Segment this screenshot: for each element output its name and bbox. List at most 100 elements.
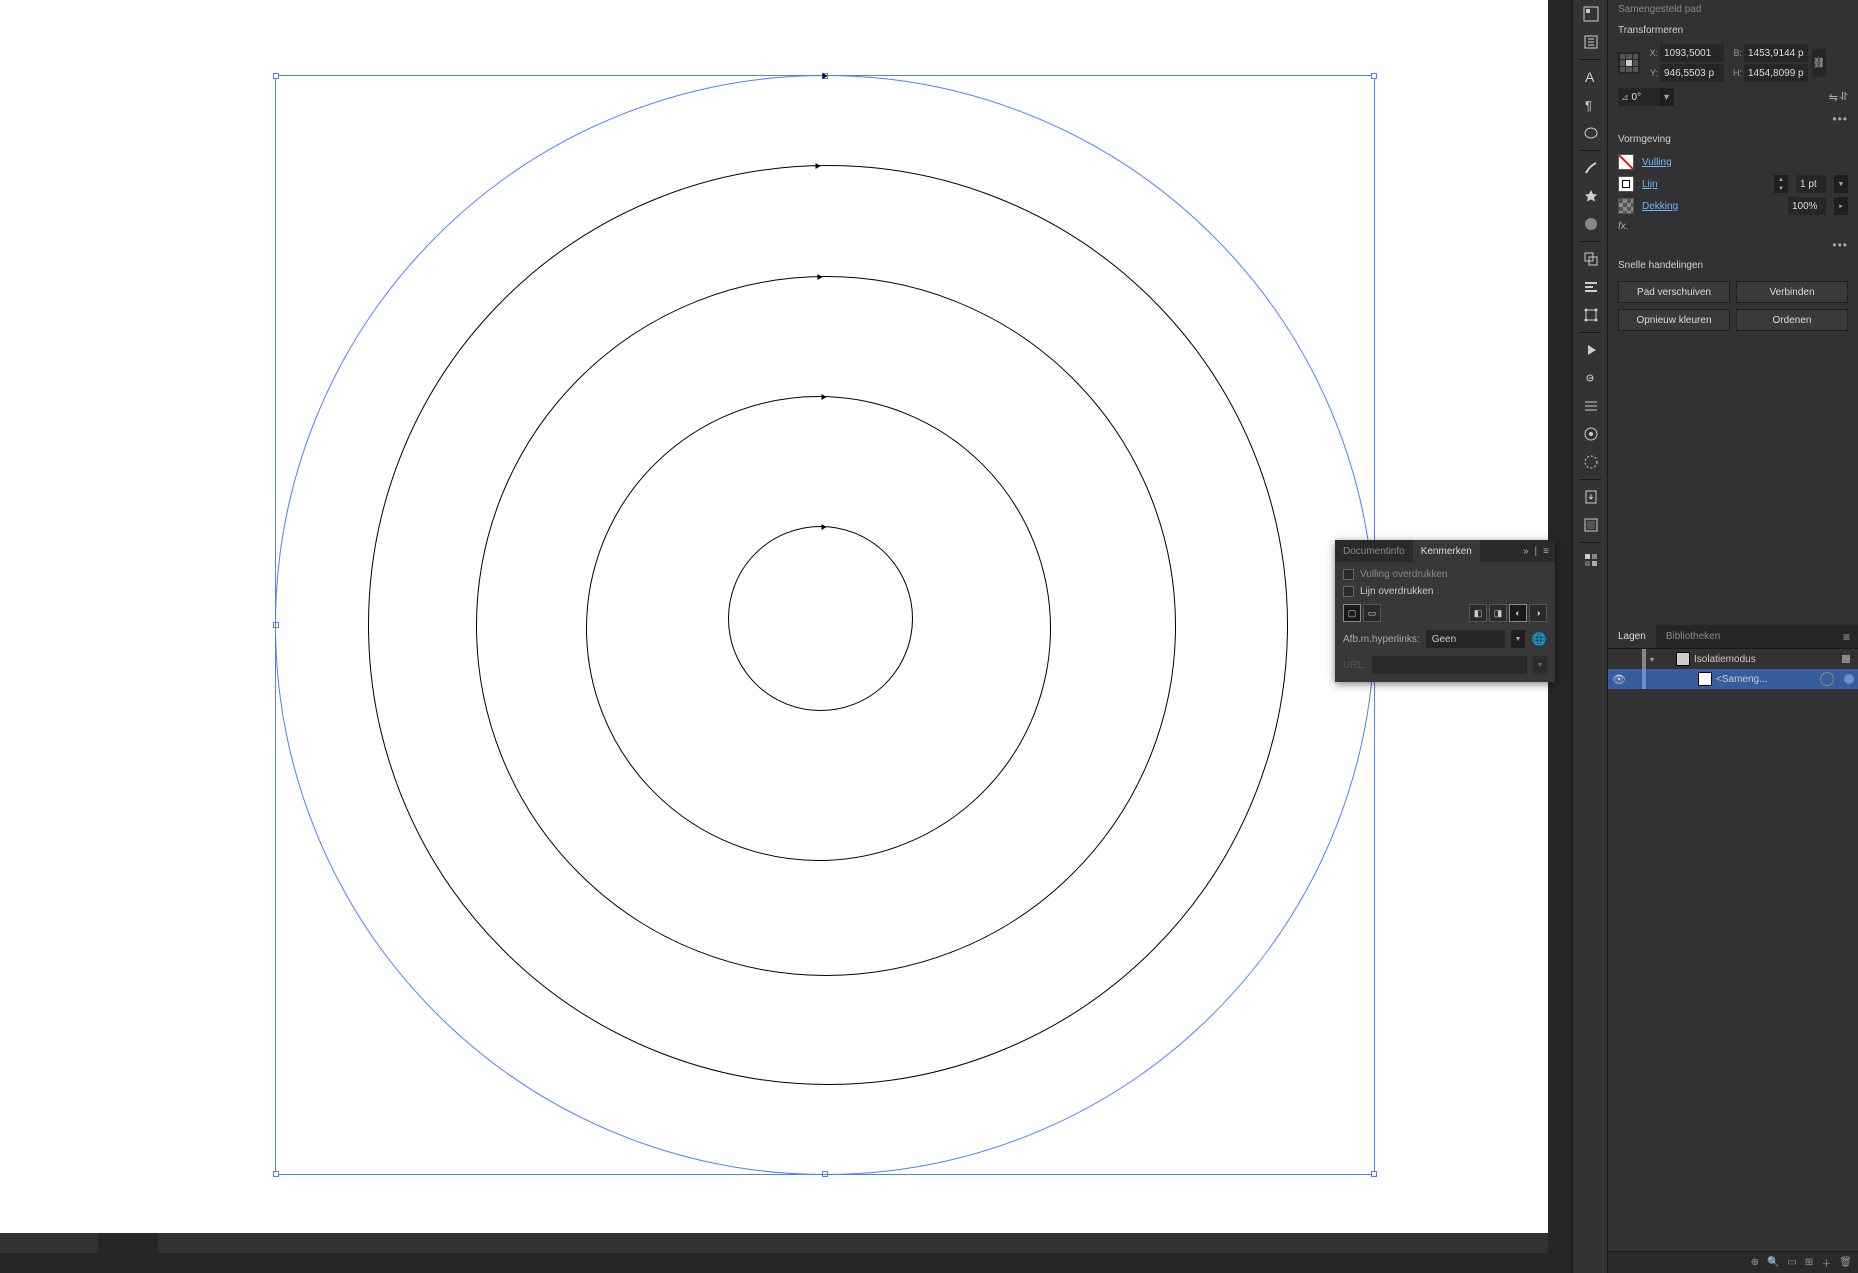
stroke-panel-icon[interactable] — [1573, 392, 1609, 420]
color-panel-icon[interactable] — [1573, 210, 1609, 238]
search-icon[interactable]: 🔍 — [1767, 1257, 1779, 1268]
transform-panel-icon[interactable] — [1573, 301, 1609, 329]
fill-rule-nonzero-button[interactable]: ◧ — [1469, 604, 1487, 622]
resize-handle-br[interactable] — [1371, 1171, 1377, 1177]
symbols-panel-icon[interactable] — [1573, 182, 1609, 210]
character-panel-icon[interactable]: A — [1573, 63, 1609, 91]
stroke-weight-stepper[interactable] — [1774, 175, 1788, 193]
fill-rule-evenodd-button[interactable]: ◨ — [1489, 604, 1507, 622]
stroke-weight-input[interactable]: 1 pt — [1796, 175, 1826, 193]
actions-panel-icon[interactable] — [1573, 336, 1609, 364]
pathfinder-panel-icon[interactable] — [1573, 245, 1609, 273]
angle-dropdown-icon[interactable]: ▾ — [1660, 88, 1674, 106]
panel-collapse-icon[interactable]: » — [1523, 546, 1529, 557]
zoom-level-input[interactable] — [98, 1233, 158, 1253]
tab-documentinfo[interactable]: Documentinfo — [1335, 540, 1413, 562]
resize-handle-bl[interactable] — [273, 1171, 279, 1177]
attributes-panel[interactable]: Documentinfo Kenmerken » | ≡ Vulling ove… — [1335, 540, 1555, 682]
panel-dock: A ¶ — [1572, 0, 1608, 1273]
layer-meatball[interactable] — [1842, 655, 1850, 663]
selection-indicator[interactable] — [1844, 674, 1854, 684]
artboards-panel-icon[interactable] — [1573, 511, 1609, 539]
layer-name[interactable]: <Sameng... — [1716, 674, 1820, 685]
tab-layers[interactable]: Lagen — [1608, 625, 1656, 648]
height-input[interactable] — [1744, 64, 1808, 82]
resize-handle-tr[interactable] — [1371, 73, 1377, 79]
locate-object-icon[interactable]: ⊕ — [1751, 1257, 1759, 1268]
create-sublayer-icon[interactable]: ⊞ — [1805, 1257, 1813, 1268]
winding-cw-button[interactable]: ◐ — [1509, 604, 1527, 622]
overprint-fill-label: Vulling overdrukken — [1360, 569, 1447, 580]
opacity-dropdown-icon[interactable]: ▸ — [1834, 197, 1848, 215]
arrange-button[interactable]: Ordenen — [1736, 309, 1848, 331]
swatches-panel-icon[interactable] — [1573, 546, 1609, 574]
resize-handle-tl[interactable] — [273, 73, 279, 79]
gradient-panel-icon[interactable] — [1573, 448, 1609, 476]
flip-vertical-icon[interactable]: ⥯ — [1840, 91, 1848, 104]
winding-ccw-button[interactable]: ◑ — [1529, 604, 1547, 622]
flip-horizontal-icon[interactable]: ⇋ — [1829, 91, 1838, 104]
stroke-swatch[interactable] — [1618, 176, 1634, 192]
offset-path-button[interactable]: Pad verschuiven — [1618, 281, 1730, 303]
hyperlink-select[interactable]: Geen — [1426, 630, 1505, 648]
reference-point-selector[interactable] — [1618, 52, 1640, 74]
layer-thumbnail — [1676, 652, 1690, 666]
tab-kenmerken[interactable]: Kenmerken — [1413, 540, 1480, 562]
panel-menu-icon[interactable]: ≡ — [1543, 546, 1549, 557]
properties-panel-icon[interactable] — [1573, 0, 1609, 28]
hyperlink-dropdown-icon[interactable]: ▼ — [1511, 630, 1525, 648]
image-map-none-button[interactable]: ▢ — [1343, 604, 1361, 622]
link-wh-toggle[interactable]: ⛓ — [1812, 49, 1826, 77]
stroke-label[interactable]: Lijn — [1642, 179, 1658, 190]
libraries-panel-icon[interactable] — [1573, 28, 1609, 56]
disclosure-icon[interactable]: ▾ — [1646, 655, 1658, 664]
x-label: X: — [1644, 48, 1658, 58]
object-type-label: Samengesteld pad — [1608, 0, 1858, 19]
y-input[interactable] — [1660, 64, 1724, 82]
circle-inner[interactable] — [728, 526, 913, 711]
layer-name[interactable]: Isolatiemodus — [1694, 654, 1842, 665]
hyperlink-label: Afb.m.hyperlinks: — [1343, 634, 1420, 645]
tab-libraries[interactable]: Bibliotheken — [1656, 625, 1730, 648]
align-panel-icon[interactable] — [1573, 273, 1609, 301]
x-input[interactable] — [1660, 44, 1724, 62]
opentype-panel-icon[interactable] — [1573, 119, 1609, 147]
new-layer-icon[interactable]: ＋ — [1821, 1255, 1831, 1270]
path-direction-indicator — [818, 274, 823, 280]
layers-list[interactable]: ▾ Isolatiemodus 👁 <Sameng... — [1608, 649, 1858, 1251]
target-icon[interactable] — [1820, 672, 1834, 686]
panel-bar-icon[interactable]: | — [1535, 546, 1538, 557]
height-label: H: — [1728, 68, 1742, 78]
status-bar — [0, 1233, 1548, 1253]
stroke-weight-dropdown-icon[interactable]: ▼ — [1834, 175, 1848, 193]
canvas[interactable] — [0, 0, 1548, 1253]
join-button[interactable]: Verbinden — [1736, 281, 1848, 303]
fill-swatch[interactable] — [1618, 154, 1634, 170]
appearance-panel-icon[interactable] — [1573, 420, 1609, 448]
svg-text:A: A — [1585, 69, 1595, 85]
fill-label[interactable]: Vulling — [1642, 157, 1672, 168]
quick-actions-title: Snelle handelingen — [1608, 254, 1858, 277]
width-input[interactable] — [1744, 44, 1808, 62]
transform-more-options[interactable]: ••• — [1608, 110, 1858, 128]
paragraph-panel-icon[interactable]: ¶ — [1573, 91, 1609, 119]
opacity-swatch[interactable] — [1618, 198, 1634, 214]
width-label: B: — [1728, 48, 1742, 58]
add-effect-button[interactable]: fx. — [1608, 217, 1858, 236]
visibility-toggle[interactable]: 👁 — [1608, 673, 1630, 686]
delete-layer-icon[interactable]: 🗑 — [1839, 1257, 1852, 1268]
overprint-fill-checkbox — [1343, 569, 1354, 580]
brushes-panel-icon[interactable] — [1573, 154, 1609, 182]
angle-input[interactable]: 0° — [1632, 92, 1660, 103]
opacity-label[interactable]: Dekking — [1642, 201, 1678, 212]
image-map-rect-button[interactable]: ▭ — [1363, 604, 1381, 622]
links-panel-icon[interactable] — [1573, 364, 1609, 392]
opacity-input[interactable]: 100% — [1788, 197, 1826, 215]
path-direction-indicator — [822, 524, 827, 530]
overprint-stroke-checkbox[interactable] — [1343, 586, 1354, 597]
make-clipping-mask-icon[interactable]: ▭ — [1787, 1257, 1796, 1268]
layers-panel-menu-icon[interactable]: ≡ — [1835, 625, 1858, 648]
appearance-more-options[interactable]: ••• — [1608, 236, 1858, 254]
recolor-button[interactable]: Opnieuw kleuren — [1618, 309, 1730, 331]
asset-export-panel-icon[interactable] — [1573, 483, 1609, 511]
